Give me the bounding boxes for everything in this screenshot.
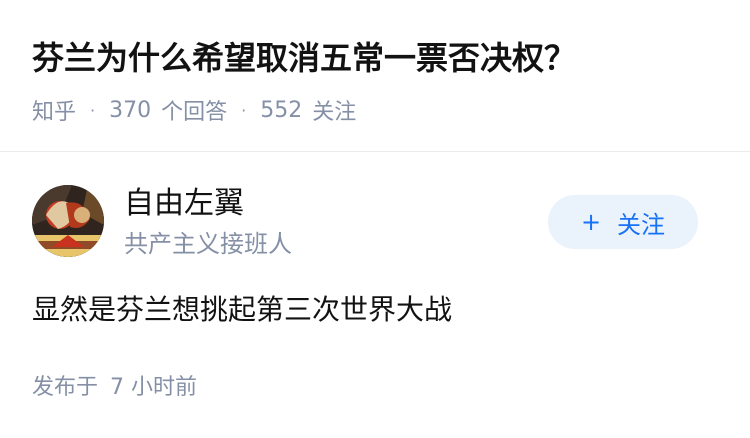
meta-separator: ·: [241, 100, 247, 120]
answer-count: 370: [109, 97, 152, 123]
plus-icon: +: [580, 208, 602, 236]
publish-info: 发布于 7 小时前: [32, 372, 197, 404]
section-divider: [0, 151, 750, 152]
follow-button[interactable]: + 关注: [548, 195, 698, 249]
publish-time: 7 小时前: [110, 375, 198, 400]
publish-prefix: 发布于: [32, 375, 99, 400]
question-title[interactable]: 芬兰为什么希望取消五常一票否决权？: [32, 34, 576, 82]
follower-count-label: 关注: [312, 100, 357, 125]
follower-count: 552: [260, 97, 303, 123]
author-bio: 共产主义接班人: [124, 230, 292, 258]
author-avatar[interactable]: [32, 185, 104, 257]
question-meta: 知乎 · 370 个回答 · 552 关注: [32, 94, 356, 126]
avatar-image-icon: [32, 185, 104, 257]
follow-button-label: 关注: [617, 210, 666, 239]
answer-content[interactable]: 显然是芬兰想挑起第三次世界大战: [32, 288, 452, 332]
meta-separator: ·: [90, 100, 96, 120]
answer-count-label: 个回答: [161, 100, 228, 125]
source-label[interactable]: 知乎: [32, 94, 76, 126]
author-name[interactable]: 自由左翼: [124, 184, 244, 224]
